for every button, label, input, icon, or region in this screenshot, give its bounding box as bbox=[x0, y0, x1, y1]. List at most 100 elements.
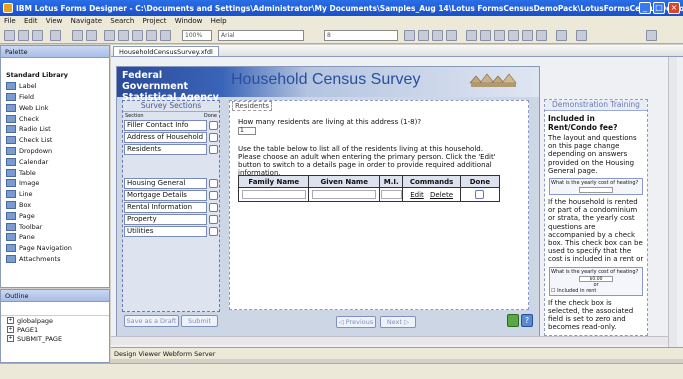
palette-item-pane[interactable]: Pane bbox=[1, 232, 109, 243]
outline-tab[interactable]: Outline bbox=[1, 290, 109, 302]
palette-item-attachments[interactable]: Attachments bbox=[1, 254, 109, 265]
palette-item-label[interactable]: Label bbox=[1, 81, 109, 92]
menu-help[interactable]: Help bbox=[211, 17, 227, 25]
section-row-housing-general[interactable]: Housing General bbox=[124, 178, 218, 189]
maximize-button[interactable]: □ bbox=[653, 2, 665, 14]
section-row-filler-contact[interactable]: Filler Contact Info bbox=[124, 120, 218, 131]
align-left-icon[interactable] bbox=[466, 30, 477, 41]
save-icon[interactable] bbox=[18, 30, 29, 41]
cut-icon[interactable] bbox=[104, 30, 115, 41]
distribute-icon[interactable] bbox=[536, 30, 547, 41]
bold-icon[interactable] bbox=[404, 30, 415, 41]
new-icon[interactable] bbox=[4, 30, 15, 41]
section-row-mortgage[interactable]: Mortgage Details bbox=[124, 190, 218, 201]
palette-item-field[interactable]: Field bbox=[1, 92, 109, 103]
delete-link[interactable]: Delete bbox=[430, 191, 453, 199]
align-bottom-icon[interactable] bbox=[522, 30, 533, 41]
menu-window[interactable]: Window bbox=[175, 17, 203, 25]
toggle-training-icon[interactable] bbox=[507, 314, 519, 327]
underline-icon[interactable] bbox=[432, 30, 443, 41]
forward-icon[interactable] bbox=[86, 30, 97, 41]
expand-icon[interactable]: + bbox=[7, 335, 14, 342]
palette-item-box[interactable]: Box bbox=[1, 200, 109, 211]
palette-item-dropdown[interactable]: Dropdown bbox=[1, 146, 109, 157]
next-button[interactable]: Next ▷ bbox=[380, 316, 416, 328]
mi-cell[interactable] bbox=[378, 187, 404, 202]
italic-icon[interactable] bbox=[418, 30, 429, 41]
palette-item-table[interactable]: Table bbox=[1, 167, 109, 178]
menu-edit[interactable]: Edit bbox=[24, 17, 38, 25]
section-row-residents[interactable]: Residents bbox=[124, 144, 218, 155]
outline-item-page1[interactable]: + PAGE1 bbox=[1, 325, 109, 334]
print-icon[interactable] bbox=[32, 30, 43, 41]
editor-tab-file[interactable]: HouseholdCensusSurvey.xfdl bbox=[113, 46, 219, 56]
palette-item-check[interactable]: Check bbox=[1, 113, 109, 124]
help-button[interactable]: ? bbox=[507, 314, 533, 328]
given-name-cell[interactable] bbox=[308, 187, 380, 202]
align-right-icon[interactable] bbox=[494, 30, 505, 41]
menu-navigate[interactable]: Navigate bbox=[71, 17, 102, 25]
menu-project[interactable]: Project bbox=[143, 17, 167, 25]
minimize-button[interactable]: _ bbox=[639, 2, 651, 14]
expand-icon[interactable]: + bbox=[7, 317, 14, 324]
back-icon[interactable] bbox=[72, 30, 83, 41]
section-row-property[interactable]: Property bbox=[124, 214, 218, 225]
resident-count-input[interactable]: 1 bbox=[238, 127, 256, 135]
horizontal-scrollbar[interactable] bbox=[111, 336, 668, 345]
perspective-icon[interactable] bbox=[646, 30, 657, 41]
done-checkbox[interactable] bbox=[209, 191, 218, 200]
section-row-rental[interactable]: Rental Information bbox=[124, 202, 218, 213]
given-name-input[interactable] bbox=[312, 190, 377, 199]
tab-viewer[interactable]: Viewer bbox=[139, 350, 161, 358]
copy-icon[interactable] bbox=[118, 30, 129, 41]
done-checkbox[interactable] bbox=[209, 215, 218, 224]
run-icon[interactable] bbox=[50, 30, 61, 41]
section-row-address[interactable]: Address of Household bbox=[124, 132, 218, 143]
wizard-icon[interactable] bbox=[576, 30, 587, 41]
help-icon[interactable]: ? bbox=[521, 314, 533, 327]
color-icon[interactable] bbox=[446, 30, 457, 41]
undo-icon[interactable] bbox=[146, 30, 157, 41]
paste-icon[interactable] bbox=[132, 30, 143, 41]
palette-item-image[interactable]: Image bbox=[1, 178, 109, 189]
palette-item-check-list[interactable]: Check List bbox=[1, 135, 109, 146]
tab-webform-server[interactable]: Webform Server bbox=[163, 350, 216, 358]
palette-item-line[interactable]: Line bbox=[1, 189, 109, 200]
resident-done-checkbox[interactable] bbox=[475, 190, 485, 199]
done-checkbox[interactable] bbox=[209, 179, 218, 188]
palette-item-page[interactable]: Page bbox=[1, 210, 109, 221]
tab-design[interactable]: Design bbox=[114, 350, 136, 358]
menu-search[interactable]: Search bbox=[110, 17, 134, 25]
done-checkbox[interactable] bbox=[209, 121, 218, 130]
outline-item-globalpage[interactable]: + globalpage bbox=[1, 316, 109, 325]
palette-item-calendar[interactable]: Calendar bbox=[1, 156, 109, 167]
palette-group-header[interactable]: Standard Library bbox=[1, 70, 109, 81]
done-checkbox[interactable] bbox=[209, 145, 218, 154]
close-button[interactable]: × bbox=[668, 2, 680, 14]
save-draft-button[interactable]: Save as a Draft bbox=[124, 315, 179, 327]
palette-item-page-navigation[interactable]: Page Navigation bbox=[1, 243, 109, 254]
palette-item-toolbar[interactable]: Toolbar bbox=[1, 221, 109, 232]
palette-tab[interactable]: Palette bbox=[1, 46, 109, 58]
submit-button[interactable]: Submit bbox=[181, 315, 218, 327]
palette-item-radio-list[interactable]: Radio List bbox=[1, 124, 109, 135]
edit-link[interactable]: Edit bbox=[410, 191, 424, 199]
align-top-icon[interactable] bbox=[508, 30, 519, 41]
font-select[interactable]: Arial bbox=[218, 30, 304, 41]
font-size-select[interactable]: 8 bbox=[324, 30, 398, 41]
menu-view[interactable]: View bbox=[46, 17, 63, 25]
menu-file[interactable]: File bbox=[4, 17, 16, 25]
vertical-scrollbar[interactable] bbox=[668, 57, 677, 347]
family-name-cell[interactable] bbox=[237, 187, 310, 202]
done-checkbox[interactable] bbox=[209, 133, 218, 142]
layout-icon[interactable] bbox=[556, 30, 567, 41]
align-center-icon[interactable] bbox=[480, 30, 491, 41]
section-row-utilities[interactable]: Utilities bbox=[124, 226, 218, 237]
zoom-select[interactable]: 100% bbox=[182, 30, 212, 41]
palette-item-web-link[interactable]: Web Link bbox=[1, 102, 109, 113]
done-checkbox[interactable] bbox=[209, 227, 218, 236]
mi-input[interactable] bbox=[380, 190, 402, 199]
previous-button[interactable]: ◁ Previous bbox=[336, 316, 376, 328]
family-name-input[interactable] bbox=[241, 190, 306, 199]
outline-item-submit-page[interactable]: + SUBMIT_PAGE bbox=[1, 334, 109, 343]
